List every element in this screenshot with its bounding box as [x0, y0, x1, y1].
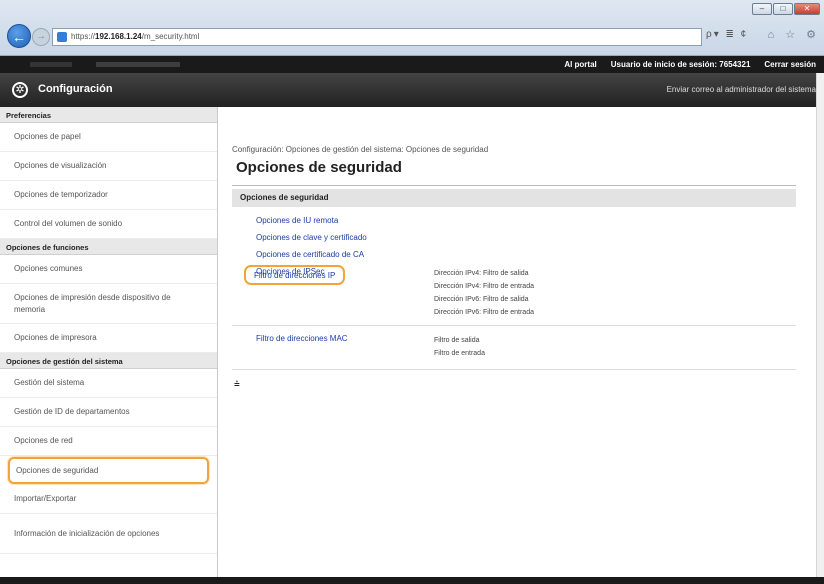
page-title: Opciones de seguridad — [236, 159, 402, 176]
sidebar-item-security[interactable]: Opciones de seguridad — [8, 457, 209, 484]
ip-filter-value: Dirección IPv6: Filtro de entrada — [434, 309, 534, 316]
user-id: 7654321 — [719, 60, 751, 69]
url-host: 192.168.1.24 — [95, 32, 142, 41]
address-tools-icons[interactable]: ρ▾ ≣ ¢ — [706, 29, 748, 40]
browser-chrome: – □ ✕ ← → https://192.168.1.24/m_securit… — [0, 0, 824, 56]
ip-filter-value: Dirección IPv6: Filtro de salida — [434, 296, 529, 303]
page-icon — [57, 32, 67, 42]
url-prefix: https:// — [71, 32, 96, 41]
ip-filter-value: Dirección IPv4: Filtro de entrada — [434, 283, 534, 290]
sidebar: Preferencias Opciones de papel Opciones … — [0, 107, 218, 577]
sidebar-item-volume[interactable]: Control del volumen de sonido — [0, 210, 217, 239]
sidebar-item-common[interactable]: Opciones comunes — [0, 255, 217, 284]
sidebar-section-functions: Opciones de funciones — [0, 239, 217, 255]
logout-link[interactable]: Cerrar sesión — [764, 56, 816, 73]
maximize-button[interactable]: □ — [773, 3, 793, 15]
scrollbar[interactable] — [816, 73, 824, 577]
back-arrow-icon[interactable]: ← — [7, 24, 31, 48]
header-title: Configuración — [38, 83, 113, 95]
address-bar[interactable]: https://192.168.1.24/m_security.html — [52, 28, 702, 46]
minimize-button[interactable]: – — [752, 3, 772, 15]
link-remote-ui[interactable]: Opciones de IU remota — [256, 216, 338, 225]
settings-gear-icon: ✲ — [12, 82, 28, 98]
sidebar-item-system-management[interactable]: Gestión del sistema — [0, 369, 217, 398]
toolbar-icons[interactable]: ⌂ ☆ ⚙ — [768, 28, 820, 41]
back-to-top-icon[interactable]: ⩮ — [234, 379, 240, 390]
link-key-certificate[interactable]: Opciones de clave y certificado — [256, 233, 367, 242]
breadcrumb: Configuración: Opciones de gestión del s… — [232, 145, 489, 154]
ip-filter-value: Dirección IPv4: Filtro de salida — [434, 270, 529, 277]
sidebar-item-display[interactable]: Opciones de visualización — [0, 152, 217, 181]
forward-arrow-icon[interactable]: → — [32, 28, 50, 46]
top-bar: Al portal Usuario de inicio de sesión: 7… — [0, 56, 824, 73]
link-ca-certificate[interactable]: Opciones de certificado de CA — [256, 250, 364, 259]
row-divider — [232, 325, 796, 326]
link-ip-filter[interactable]: Filtro de direcciones IP — [244, 265, 346, 285]
device-name-blurred — [30, 62, 180, 67]
sidebar-item-paper[interactable]: Opciones de papel — [0, 123, 217, 152]
link-mac-filter[interactable]: Filtro de direcciones MAC — [256, 334, 348, 343]
main-content: Configuración: Opciones de gestión del s… — [218, 107, 824, 577]
sidebar-item-department-id[interactable]: Gestión de ID de departamentos — [0, 398, 217, 427]
user-label: Usuario de inicio de sesión: — [610, 60, 718, 69]
sidebar-item-network[interactable]: Opciones de red — [0, 427, 217, 456]
sidebar-item-init-info[interactable]: Información de inicialización de opcione… — [0, 514, 217, 554]
portal-link[interactable]: Al portal — [564, 56, 596, 73]
section-header: Opciones de seguridad — [232, 189, 796, 207]
footer-bar — [0, 577, 824, 584]
mail-admin-link[interactable]: Enviar correo al administrador del siste… — [667, 85, 816, 94]
window-controls: – □ ✕ — [752, 3, 820, 15]
mac-filter-value: Filtro de entrada — [434, 350, 485, 357]
sidebar-item-timer[interactable]: Opciones de temporizador — [0, 181, 217, 210]
user-info: Usuario de inicio de sesión: 7654321 — [611, 56, 751, 73]
sidebar-item-printer[interactable]: Opciones de impresora — [0, 324, 217, 353]
sidebar-section-system-management: Opciones de gestión del sistema — [0, 353, 217, 369]
url-path: /m_security.html — [141, 32, 200, 41]
row-divider — [232, 369, 796, 370]
mac-filter-value: Filtro de salida — [434, 337, 480, 344]
page-header: ✲ Configuración Enviar correo al adminis… — [0, 73, 824, 107]
sidebar-item-memory-print[interactable]: Opciones de impresión desde dispositivo … — [0, 284, 217, 324]
close-window-button[interactable]: ✕ — [794, 3, 820, 15]
title-divider — [232, 185, 796, 186]
sidebar-item-import-export[interactable]: Importar/Exportar — [0, 485, 217, 514]
sidebar-section-preferences: Preferencias — [0, 107, 217, 123]
